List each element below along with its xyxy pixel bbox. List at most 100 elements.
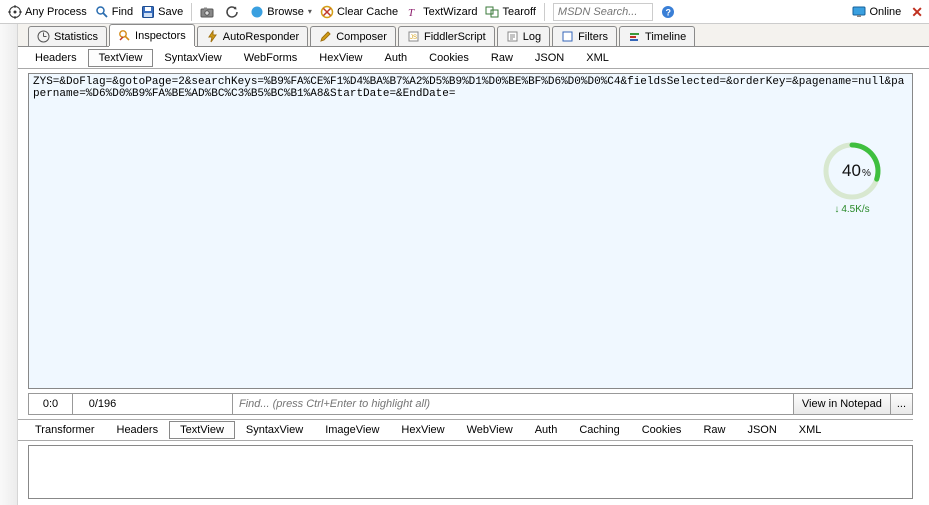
svg-text:?: ?: [665, 7, 671, 17]
any-process-button[interactable]: Any Process: [4, 2, 91, 22]
toolbar-sep: [191, 3, 192, 21]
tearoff-button[interactable]: Tearoff: [481, 2, 539, 22]
help-button[interactable]: ?: [657, 2, 682, 22]
tab-filters[interactable]: Filters: [552, 26, 617, 46]
find-gap: [132, 393, 232, 415]
monitor-icon: [852, 5, 866, 19]
view-in-notepad-button[interactable]: View in Notepad: [794, 393, 891, 415]
refresh-button[interactable]: [221, 2, 246, 22]
script-icon: JS: [407, 30, 420, 43]
browse-button[interactable]: Browse ▾: [246, 2, 316, 22]
find-match-count: 0/196: [72, 393, 132, 415]
save-icon: [141, 5, 155, 19]
tearoff-label: Tearoff: [502, 6, 535, 18]
tab-timeline[interactable]: Timeline: [619, 26, 695, 46]
any-process-label: Any Process: [25, 6, 87, 18]
tab-timeline-label: Timeline: [645, 31, 686, 43]
target-icon: [8, 5, 22, 19]
tab-statistics[interactable]: Statistics: [28, 26, 107, 46]
request-body-textview[interactable]: ZYS=&DoFlag=&gotoPage=2&searchKeys=%B9%F…: [28, 73, 913, 389]
clear-cache-label: Clear Cache: [337, 6, 398, 18]
refresh-icon: [225, 5, 239, 19]
primary-tab-strip: Statistics Inspectors AutoResponder Comp…: [18, 24, 929, 47]
reqtab-webforms[interactable]: WebForms: [233, 49, 309, 67]
online-indicator[interactable]: Online: [848, 2, 905, 22]
gauge-ring-icon: 40 %: [820, 139, 884, 203]
reqtab-syntaxview[interactable]: SyntaxView: [153, 49, 232, 67]
textwizard-button[interactable]: T TextWizard: [402, 2, 481, 22]
browse-label: Browse: [267, 6, 304, 18]
reqtab-auth[interactable]: Auth: [374, 49, 419, 67]
resptab-cookies[interactable]: Cookies: [631, 421, 693, 439]
inspect-icon: [118, 29, 131, 42]
tab-inspectors-label: Inspectors: [135, 30, 186, 42]
clock-icon: [37, 30, 50, 43]
gauge-rate: ↓ 4.5K/s: [817, 204, 887, 215]
camera-icon: [200, 5, 214, 19]
tab-autoresponder-label: AutoResponder: [223, 31, 299, 43]
inspector-body: ZYS=&DoFlag=&gotoPage=2&searchKeys=%B9%F…: [18, 69, 923, 505]
gauge-percent-symbol: %: [862, 168, 871, 179]
tab-composer-label: Composer: [336, 31, 387, 43]
reqtab-cookies[interactable]: Cookies: [418, 49, 480, 67]
find-button[interactable]: Find: [91, 2, 137, 22]
clear-cache-button[interactable]: Clear Cache: [316, 2, 402, 22]
tab-composer[interactable]: Composer: [310, 26, 396, 46]
reqtab-textview[interactable]: TextView: [88, 49, 154, 67]
pencil-icon: [319, 30, 332, 43]
down-arrow-icon: ↓: [834, 204, 839, 215]
screenshot-button[interactable]: [196, 2, 221, 22]
svg-text:JS: JS: [410, 35, 417, 41]
toolbar-sep: [544, 3, 545, 21]
tab-log-label: Log: [523, 31, 541, 43]
find-icon: [95, 5, 109, 19]
clear-cache-icon: [320, 5, 334, 19]
resptab-hexview[interactable]: HexView: [390, 421, 455, 439]
timeline-icon: [628, 30, 641, 43]
dropdown-arrow-icon: ▾: [308, 7, 312, 16]
tab-fiddlerscript[interactable]: JS FiddlerScript: [398, 26, 495, 46]
online-label: Online: [869, 6, 901, 18]
save-button[interactable]: Save: [137, 2, 187, 22]
resptab-raw[interactable]: Raw: [692, 421, 736, 439]
tab-autoresponder[interactable]: AutoResponder: [197, 26, 308, 46]
ie-icon: [250, 5, 264, 19]
find-more-button[interactable]: ...: [891, 393, 913, 415]
find-input[interactable]: [232, 393, 794, 415]
resptab-caching[interactable]: Caching: [568, 421, 630, 439]
lightning-icon: [206, 30, 219, 43]
resptab-auth[interactable]: Auth: [524, 421, 569, 439]
gauge-percent: 40: [842, 161, 861, 180]
save-label: Save: [158, 6, 183, 18]
response-body-textview[interactable]: [28, 445, 913, 499]
resptab-syntaxview[interactable]: SyntaxView: [235, 421, 314, 439]
reqtab-json[interactable]: JSON: [524, 49, 575, 67]
tab-log[interactable]: Log: [497, 26, 550, 46]
reqtab-headers[interactable]: Headers: [24, 49, 88, 67]
tab-filters-label: Filters: [578, 31, 608, 43]
find-label: Find: [112, 6, 133, 18]
tab-fiddlerscript-label: FiddlerScript: [424, 31, 486, 43]
resptab-webview[interactable]: WebView: [456, 421, 524, 439]
textwizard-icon: T: [406, 5, 420, 19]
svg-text:T: T: [408, 7, 415, 19]
msdn-search-input[interactable]: [553, 3, 653, 21]
resptab-xml[interactable]: XML: [788, 421, 833, 439]
speed-gauge: 40 % ↓ 4.5K/s: [817, 139, 887, 215]
resptab-headers[interactable]: Headers: [106, 421, 170, 439]
resptab-textview[interactable]: TextView: [169, 421, 235, 439]
find-row: 0:0 0/196 View in Notepad ...: [28, 393, 913, 415]
checkbox-icon: [561, 30, 574, 43]
reqtab-hexview[interactable]: HexView: [308, 49, 373, 67]
main-toolbar: Any Process Find Save Browse ▾ Clear Ca: [0, 0, 929, 24]
close-button[interactable]: ✕: [911, 4, 923, 21]
resptab-transformer[interactable]: Transformer: [24, 421, 106, 439]
reqtab-raw[interactable]: Raw: [480, 49, 524, 67]
tab-inspectors[interactable]: Inspectors: [109, 24, 195, 46]
left-gutter: [0, 24, 18, 505]
help-icon: ?: [661, 5, 675, 19]
resptab-imageview[interactable]: ImageView: [314, 421, 390, 439]
textwizard-label: TextWizard: [423, 6, 477, 18]
resptab-json[interactable]: JSON: [736, 421, 787, 439]
reqtab-xml[interactable]: XML: [575, 49, 620, 67]
